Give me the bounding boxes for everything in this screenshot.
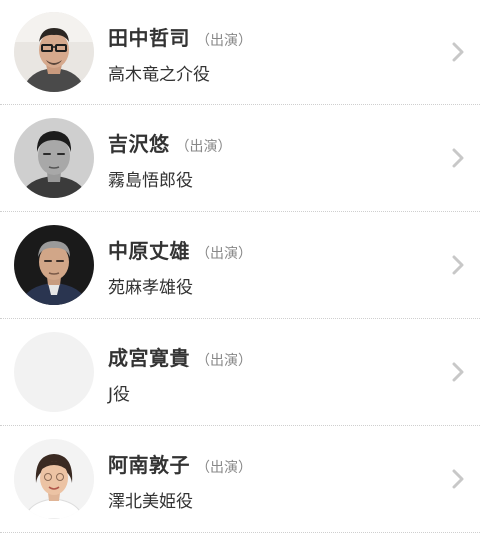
actor-photo-icon xyxy=(14,12,94,92)
actor-photo-icon xyxy=(14,118,94,198)
role-name: J役 xyxy=(108,385,131,405)
name-line: 成宮寛貴 （出演） xyxy=(108,342,252,372)
cast-row[interactable]: 成宮寛貴 （出演） J役 xyxy=(0,319,480,426)
appearance-label: （出演） xyxy=(196,246,252,262)
chevron-right-icon[interactable] xyxy=(452,362,464,382)
actor-name: 中原丈雄 xyxy=(108,239,190,263)
chevron-right-icon[interactable] xyxy=(452,255,464,275)
cast-text: 阿南敦子 （出演） 澤北美姫役 xyxy=(108,449,252,512)
name-line: 中原丈雄 （出演） xyxy=(108,235,252,265)
cast-row[interactable]: 吉沢悠 （出演） 霧島悟郎役 xyxy=(0,105,480,212)
role-name: 霧島悟郎役 xyxy=(108,171,193,191)
actor-name: 阿南敦子 xyxy=(108,453,190,477)
name-line: 田中哲司 （出演） xyxy=(108,22,252,52)
cast-text: 田中哲司 （出演） 高木竜之介役 xyxy=(108,22,252,85)
cast-text: 吉沢悠 （出演） 霧島悟郎役 xyxy=(108,128,232,191)
actor-photo-icon xyxy=(14,439,94,519)
cast-text: 成宮寛貴 （出演） J役 xyxy=(108,342,252,405)
appearance-label: （出演） xyxy=(196,353,252,369)
role-name: 高木竜之介役 xyxy=(108,65,210,85)
name-line: 吉沢悠 （出演） xyxy=(108,128,232,158)
appearance-label: （出演） xyxy=(196,33,252,49)
chevron-right-icon[interactable] xyxy=(452,42,464,62)
actor-name: 成宮寛貴 xyxy=(108,346,190,370)
cast-list: 田中哲司 （出演） 高木竜之介役 吉沢悠 （出演） 霧島悟郎役 中原丈雄 （出演… xyxy=(0,0,480,533)
avatar-placeholder-icon xyxy=(14,332,94,412)
chevron-right-icon[interactable] xyxy=(452,469,464,489)
role-name: 澤北美姫役 xyxy=(108,492,193,512)
cast-row[interactable]: 阿南敦子 （出演） 澤北美姫役 xyxy=(0,426,480,533)
actor-name: 田中哲司 xyxy=(108,26,190,50)
appearance-label: （出演） xyxy=(196,460,252,476)
appearance-label: （出演） xyxy=(175,139,232,155)
actor-photo-icon xyxy=(14,225,94,305)
cast-text: 中原丈雄 （出演） 苑麻孝雄役 xyxy=(108,235,252,298)
cast-row[interactable]: 中原丈雄 （出演） 苑麻孝雄役 xyxy=(0,212,480,319)
cast-row[interactable]: 田中哲司 （出演） 高木竜之介役 xyxy=(0,0,480,105)
name-line: 阿南敦子 （出演） xyxy=(108,449,252,479)
role-name: 苑麻孝雄役 xyxy=(108,278,193,298)
actor-name: 吉沢悠 xyxy=(108,132,170,156)
chevron-right-icon[interactable] xyxy=(452,148,464,168)
